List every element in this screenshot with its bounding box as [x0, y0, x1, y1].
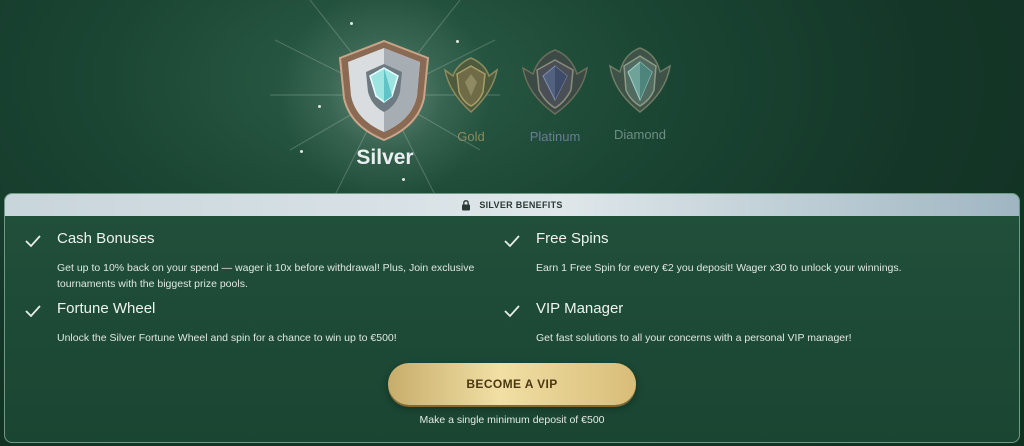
become-vip-button[interactable]: BECOME A VIP [388, 363, 636, 405]
benefit-title: Cash Bonuses [57, 230, 155, 247]
tier-label-gold: Gold [457, 129, 485, 144]
benefits-header: SILVER BENEFITS [5, 194, 1019, 216]
benefit-description: Unlock the Silver Fortune Wheel and spin… [57, 332, 397, 344]
gold-badge-icon [443, 57, 499, 114]
tier-platinum[interactable]: Platinum [519, 46, 591, 144]
checkmark-icon [25, 235, 41, 248]
tier-label-diamond: Diamond [613, 127, 667, 142]
sparkle [456, 40, 459, 43]
silver-shield-icon [338, 39, 430, 142]
tier-label-platinum: Platinum [529, 129, 581, 144]
benefit-description: Get up to 10% back on your spend — wager… [57, 262, 475, 290]
benefit-title: Fortune Wheel [57, 300, 156, 317]
benefit-description: Get fast solutions to all your concerns … [536, 332, 852, 344]
sparkle [350, 22, 353, 25]
benefit-title: Free Spins [536, 230, 609, 247]
tier-label-silver: Silver [356, 146, 414, 169]
benefits-header-text: SILVER BENEFITS [479, 200, 563, 210]
diamond-badge-icon [609, 47, 671, 113]
lock-icon [462, 199, 471, 210]
vip-tier-selector: Silver Gold Platinum Diamond [0, 0, 1024, 210]
checkmark-icon [504, 235, 520, 248]
minimum-deposit-note: Make a single minimum deposit of €500 [419, 414, 605, 426]
platinum-badge-icon [522, 49, 588, 115]
benefit-title: VIP Manager [536, 300, 624, 317]
checkmark-icon [504, 305, 520, 318]
benefits-panel: SILVER BENEFITS [4, 193, 1020, 443]
sparkle [402, 178, 405, 181]
checkmark-icon [25, 305, 41, 318]
sparkle [300, 150, 303, 153]
tier-diamond[interactable]: Diamond [606, 44, 674, 142]
benefit-description: Earn 1 Free Spin for every €2 you deposi… [536, 262, 902, 274]
sparkle [318, 105, 321, 108]
tier-gold[interactable]: Gold [438, 52, 504, 144]
